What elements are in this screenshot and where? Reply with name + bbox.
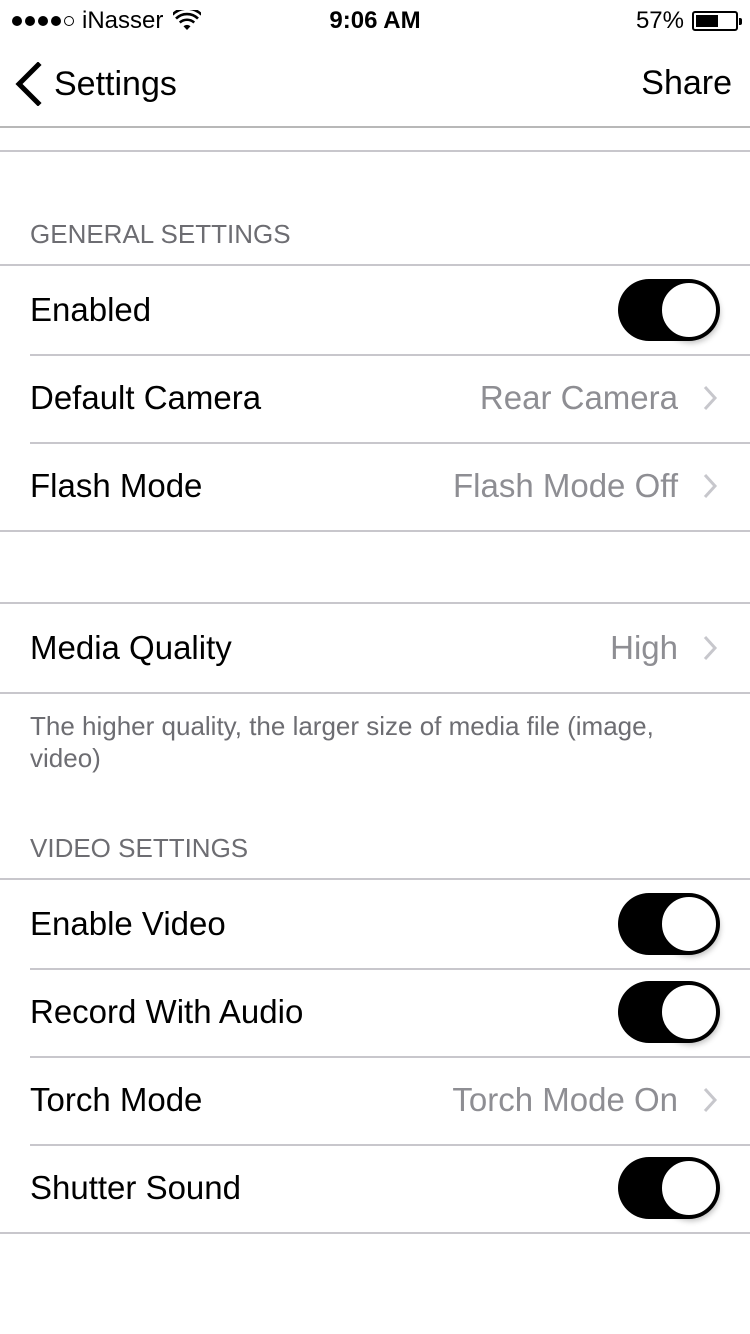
chevron-left-icon — [15, 62, 42, 106]
chevron-right-icon — [703, 473, 718, 499]
media-quality-footer: The higher quality, the larger size of m… — [30, 711, 654, 773]
status-bar: iNasser 9:06 AM 57% — [0, 0, 750, 40]
shutter-sound-toggle[interactable] — [618, 1157, 720, 1219]
quality-group: Media Quality High — [0, 602, 750, 694]
enable-video-toggle[interactable] — [618, 893, 720, 955]
top-spacer — [0, 130, 750, 152]
battery-icon — [692, 11, 742, 31]
row-label: Torch Mode — [30, 1081, 203, 1118]
row-torch-mode[interactable]: Torch Mode Torch Mode On — [0, 1056, 750, 1144]
back-button[interactable]: Settings — [14, 62, 177, 106]
record-with-audio-toggle[interactable] — [618, 981, 720, 1043]
row-default-camera[interactable]: Default Camera Rear Camera — [0, 354, 750, 442]
row-label: Enabled — [30, 291, 152, 328]
chevron-right-icon — [703, 1087, 718, 1113]
toggle-knob — [660, 1159, 718, 1217]
row-enable-video: Enable Video — [0, 880, 750, 968]
video-settings-group: Enable Video Record With Audio Torch Mod… — [0, 878, 750, 1234]
row-value: Flash Mode Off — [453, 467, 678, 504]
row-flash-mode[interactable]: Flash Mode Flash Mode Off — [0, 442, 750, 530]
row-label: Flash Mode — [30, 467, 203, 504]
row-value: High — [610, 629, 678, 666]
row-value: Rear Camera — [479, 379, 678, 416]
battery-percent: 57% — [635, 7, 684, 34]
chevron-right-icon — [703, 635, 718, 661]
toggle-knob — [660, 895, 718, 953]
row-label: Shutter Sound — [30, 1169, 241, 1206]
row-media-quality[interactable]: Media Quality High — [0, 604, 750, 692]
back-label: Settings — [54, 64, 177, 103]
row-enabled: Enabled — [0, 266, 750, 354]
row-label: Enable Video — [30, 905, 226, 942]
row-label: Default Camera — [30, 379, 262, 416]
navigation-bar: Settings Share — [0, 40, 750, 128]
toggle-knob — [660, 281, 718, 339]
share-button[interactable]: Share — [641, 64, 732, 103]
settings-list: GENERAL SETTINGS Enabled Default Camera … — [0, 130, 750, 1234]
section-header-video: VIDEO SETTINGS — [30, 833, 249, 863]
battery-tip — [739, 18, 742, 25]
row-value: Torch Mode On — [452, 1081, 678, 1118]
general-settings-group: Enabled Default Camera Rear Camera Flash… — [0, 264, 750, 532]
toggle-knob — [660, 983, 718, 1041]
row-shutter-sound: Shutter Sound — [0, 1144, 750, 1232]
row-record-with-audio: Record With Audio — [0, 968, 750, 1056]
section-header-general: GENERAL SETTINGS — [30, 219, 291, 249]
enabled-toggle[interactable] — [618, 279, 720, 341]
row-label: Media Quality — [30, 629, 232, 666]
status-right: 57% — [635, 7, 742, 35]
battery-fill — [696, 15, 718, 27]
chevron-right-icon — [703, 385, 718, 411]
row-label: Record With Audio — [30, 993, 304, 1030]
